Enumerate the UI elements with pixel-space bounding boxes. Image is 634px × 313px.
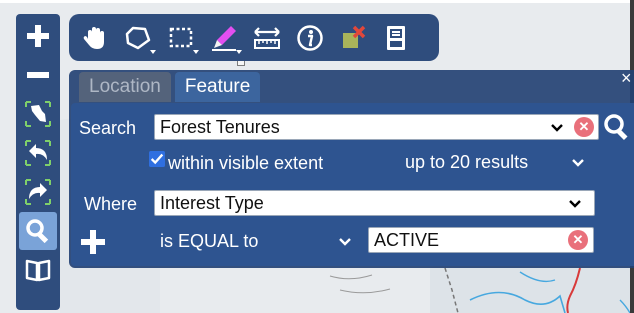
run-search-icon[interactable] <box>602 112 632 142</box>
search-layer-value: Forest Tenures <box>160 117 280 137</box>
clear-selection-button[interactable] <box>335 20 371 56</box>
chevron-down-icon <box>571 151 587 173</box>
previous-extent-icon <box>25 140 51 166</box>
condition-value-input[interactable]: ACTIVE ✕ <box>368 227 594 253</box>
map-edit-toolbar <box>69 14 439 61</box>
where-attribute-select[interactable]: Interest Type <box>154 190 595 216</box>
zoom-in-button[interactable] <box>19 17 57 55</box>
tab-location[interactable]: Location <box>79 72 171 102</box>
next-extent-icon <box>25 179 51 205</box>
measure-icon <box>254 26 280 49</box>
identify-button[interactable] <box>292 20 328 56</box>
result-limit-value: up to 20 results <box>405 152 529 172</box>
condition-value-text: ACTIVE <box>374 230 440 250</box>
tab-feature[interactable]: Feature <box>174 72 261 102</box>
operator-select[interactable]: is EQUAL to <box>160 229 360 253</box>
legend-book-button[interactable] <box>19 251 57 289</box>
search-label: Search <box>79 118 137 138</box>
polygon-select-icon <box>125 26 151 49</box>
map-tools-sidebar <box>16 14 60 310</box>
rectangle-select-button[interactable] <box>163 20 199 56</box>
info-icon <box>297 24 323 51</box>
clear-search-icon[interactable]: ✕ <box>574 117 594 137</box>
search-tabs: Location Feature <box>79 72 264 102</box>
next-extent-button[interactable] <box>19 173 57 211</box>
rectangle-select-icon <box>169 27 193 47</box>
search-icon <box>26 219 49 244</box>
chevron-down-icon <box>550 116 566 138</box>
within-extent-label: within visible extent <box>168 153 324 173</box>
pen-indicator <box>237 61 245 66</box>
rectangle-dropdown-icon <box>193 49 199 54</box>
where-attribute-value: Interest Type <box>160 193 264 213</box>
zoom-in-icon <box>27 25 49 47</box>
polygon-dropdown-icon <box>150 49 156 54</box>
pan-button[interactable] <box>77 20 113 56</box>
draw-pen-icon <box>212 25 236 51</box>
search-panel: Location Feature × Search Forest Tenures… <box>69 69 634 268</box>
draw-button[interactable] <box>206 20 242 56</box>
add-condition-icon[interactable] <box>80 229 106 255</box>
zoom-out-icon <box>27 72 49 78</box>
close-icon[interactable]: × <box>621 69 634 87</box>
chevron-down-icon <box>568 192 584 214</box>
zoom-province-button[interactable] <box>19 95 57 133</box>
search-tool-button[interactable] <box>19 212 57 250</box>
draw-dropdown-icon <box>236 49 242 54</box>
zoom-out-button[interactable] <box>19 56 57 94</box>
polygon-select-button[interactable] <box>120 20 156 56</box>
where-label: Where <box>84 194 138 214</box>
previous-extent-button[interactable] <box>19 134 57 172</box>
save-icon <box>387 25 405 50</box>
search-layer-select[interactable]: Forest Tenures ✕ <box>154 114 599 140</box>
chevron-down-icon <box>338 230 354 252</box>
clear-selection-icon <box>343 25 366 48</box>
save-button[interactable] <box>378 20 414 56</box>
clear-value-icon[interactable]: ✕ <box>568 230 588 250</box>
result-limit-select[interactable]: up to 20 results <box>405 150 595 174</box>
pan-hand-icon <box>83 26 104 49</box>
feature-search-form: Search Forest Tenures ✕ within visible e… <box>71 103 634 266</box>
within-extent-checkbox[interactable] <box>149 151 165 167</box>
measure-button[interactable] <box>249 20 285 56</box>
zoom-province-icon <box>25 101 51 127</box>
book-icon <box>25 259 51 282</box>
operator-value: is EQUAL to <box>160 231 259 251</box>
